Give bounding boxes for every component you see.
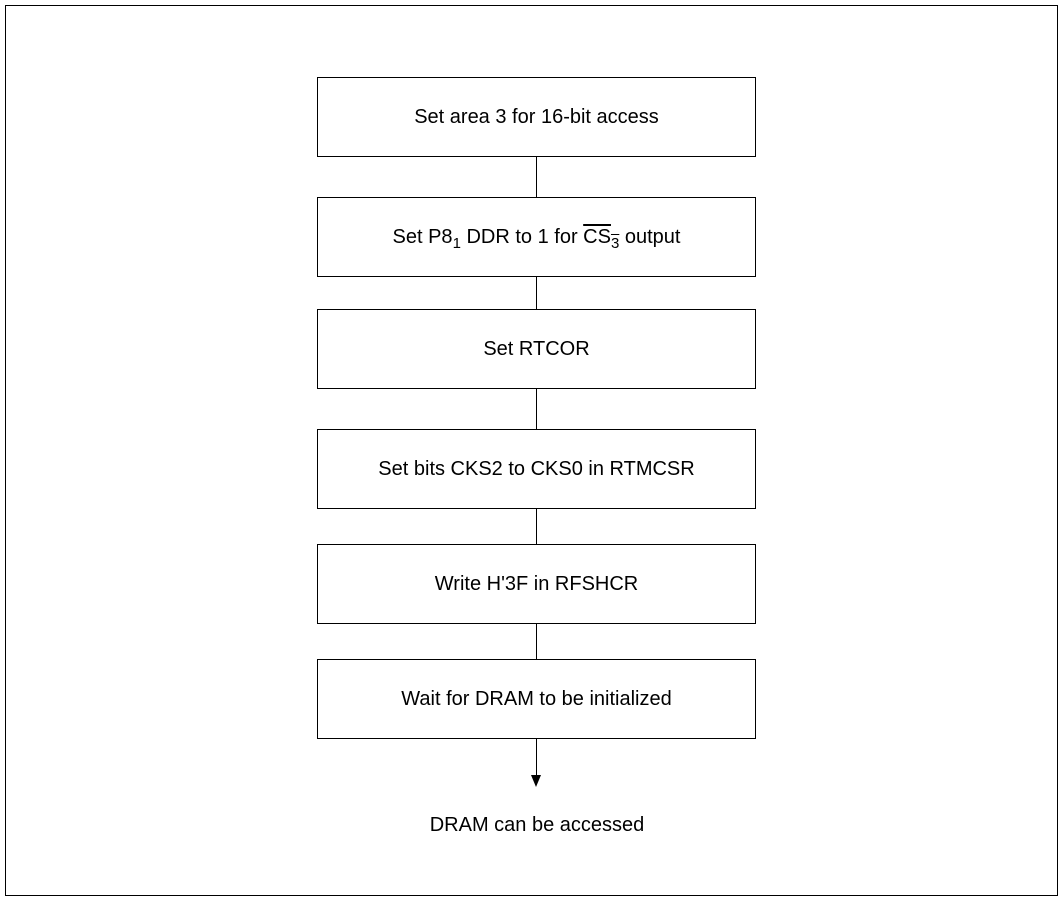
step-set-area3-text: Set area 3 for 16-bit access — [414, 105, 659, 128]
connector-1-2 — [536, 157, 537, 197]
end-arrowhead — [531, 775, 541, 787]
p8-subscript: 1 — [452, 234, 461, 252]
connector-3-4 — [536, 389, 537, 429]
p8-text: Set P8 — [392, 225, 453, 248]
connector-2-3 — [536, 277, 537, 309]
step-set-rtcor-text: Set RTCOR — [483, 337, 590, 360]
step-set-p81-ddr: Set P81 DDR to 1 for CS3 output — [317, 197, 756, 277]
output-text: output — [619, 225, 681, 248]
cs-signal-overbar: CS — [583, 225, 611, 248]
connector-6-end — [536, 739, 537, 777]
step-set-area3: Set area 3 for 16-bit access — [317, 77, 756, 157]
connector-5-6 — [536, 624, 537, 659]
step-set-cks-bits: Set bits CKS2 to CKS0 in RTMCSR — [317, 429, 756, 509]
connector-4-5 — [536, 509, 537, 544]
step-write-rfshcr: Write H'3F in RFSHCR — [317, 544, 756, 624]
step-set-p81-ddr-text: Set P81 DDR to 1 for CS3 output — [392, 225, 681, 252]
step-wait-dram-init-text: Wait for DRAM to be initialized — [401, 687, 672, 710]
step-write-rfshcr-text: Write H'3F in RFSHCR — [434, 572, 639, 595]
step-set-cks-bits-text: Set bits CKS2 to CKS0 in RTMCSR — [378, 457, 695, 480]
step-set-rtcor: Set RTCOR — [317, 309, 756, 389]
ddr-text: DDR to 1 for — [460, 225, 584, 248]
end-label: DRAM can be accessed — [429, 814, 645, 836]
step-wait-dram-init: Wait for DRAM to be initialized — [317, 659, 756, 739]
